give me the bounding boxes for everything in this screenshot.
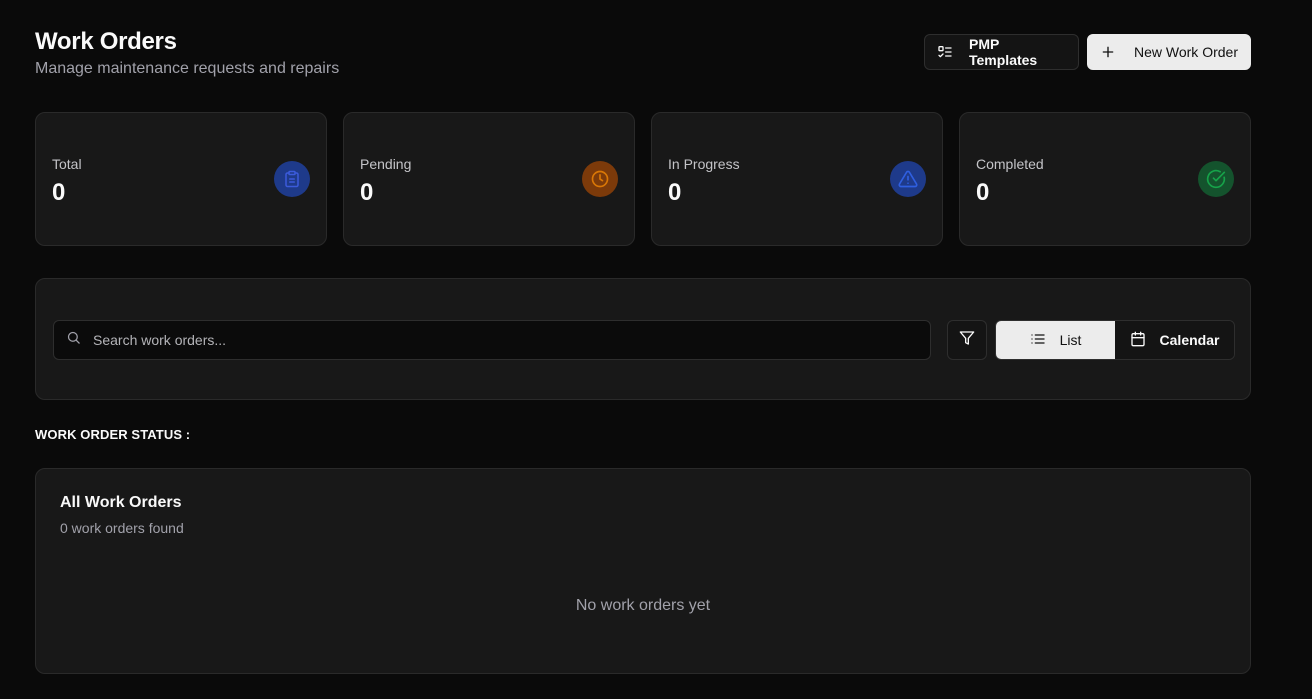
stat-label: Pending [360, 156, 412, 172]
list-title: All Work Orders [60, 494, 182, 511]
work-order-status-label: WORK ORDER STATUS : [35, 427, 191, 442]
filter-toolbar: List Calendar [35, 278, 1251, 400]
stat-value: 0 [976, 179, 990, 206]
filter-icon [959, 330, 975, 351]
work-orders-list-card: All Work Orders 0 work orders found No w… [35, 468, 1251, 674]
calendar-icon [1130, 331, 1146, 350]
filter-button[interactable] [947, 320, 987, 360]
list-count: 0 work orders found [60, 520, 184, 536]
stat-value: 0 [360, 179, 374, 206]
view-list-label: List [1059, 332, 1082, 348]
search-icon [66, 330, 81, 350]
stat-value: 0 [668, 179, 682, 206]
stat-card-completed: Completed 0 [959, 112, 1251, 246]
clock-icon [582, 161, 618, 197]
view-list-button[interactable]: List [996, 321, 1115, 359]
view-toggle: List Calendar [995, 320, 1235, 360]
stat-label: Total [52, 156, 82, 172]
search-box [53, 320, 931, 360]
pmp-templates-label: PMP Templates [969, 36, 1038, 68]
stat-value: 0 [52, 179, 66, 206]
alert-triangle-icon [890, 161, 926, 197]
stat-label: Completed [976, 156, 1044, 172]
view-calendar-button[interactable]: Calendar [1115, 321, 1234, 359]
check-circle-icon [1198, 161, 1234, 197]
empty-state: No work orders yet [575, 597, 711, 614]
new-work-order-button[interactable]: New Work Order [1087, 34, 1251, 70]
list-checks-icon [937, 44, 953, 60]
stat-card-in-progress: In Progress 0 [651, 112, 943, 246]
search-input[interactable] [93, 332, 913, 348]
list-icon [1030, 331, 1046, 350]
header-actions: PMP Templates New Work Order [924, 34, 1251, 70]
page-header: Work Orders Manage maintenance requests … [35, 28, 1251, 84]
pmp-templates-button[interactable]: PMP Templates [924, 34, 1079, 70]
stats-row: Total 0 Pending 0 In Progress 0 Complete… [35, 112, 1251, 246]
plus-icon [1100, 44, 1116, 60]
clipboard-icon [274, 161, 310, 197]
stat-label: In Progress [668, 156, 740, 172]
stat-card-pending: Pending 0 [343, 112, 635, 246]
new-work-order-label: New Work Order [1134, 44, 1238, 60]
stat-card-total: Total 0 [35, 112, 327, 246]
view-calendar-label: Calendar [1159, 332, 1220, 348]
